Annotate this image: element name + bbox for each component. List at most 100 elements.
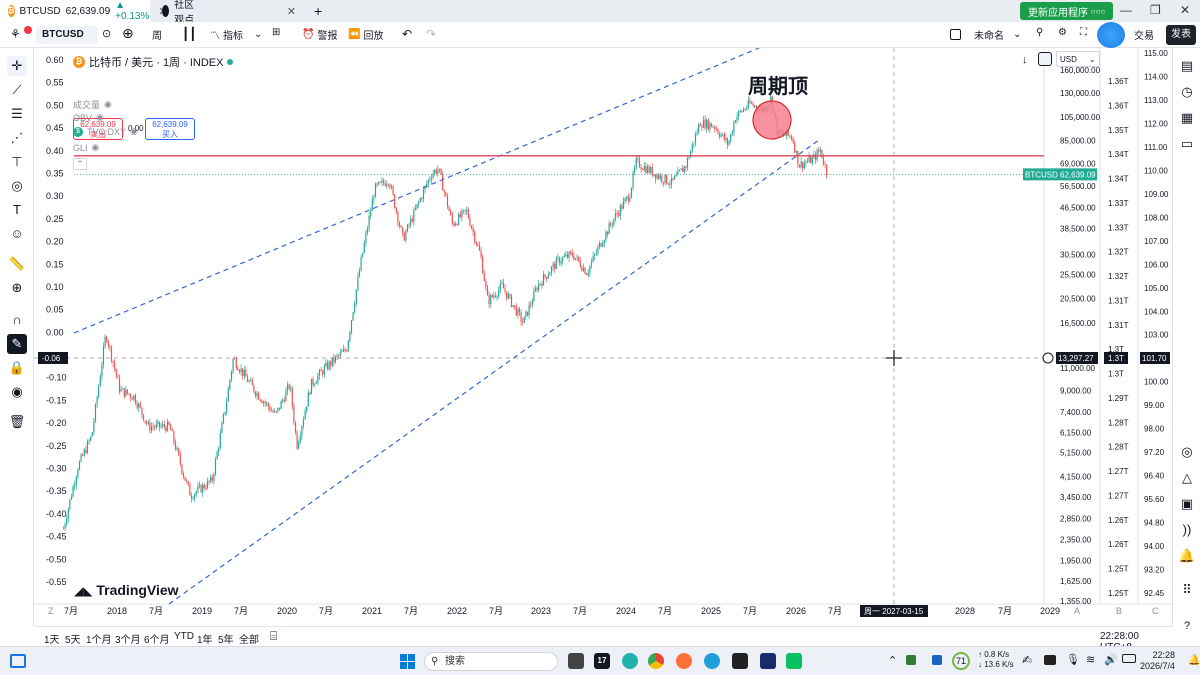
pen-icon[interactable]: ✍ bbox=[1022, 653, 1032, 667]
indicator-volume[interactable]: 成交量 ◉ bbox=[73, 98, 112, 111]
time-tick: 7月 bbox=[828, 606, 842, 616]
tray-app-icon[interactable] bbox=[906, 655, 916, 665]
settings-icon[interactable]: ⚙ bbox=[1058, 27, 1067, 38]
tab-btcusd[interactable]: ₿ BTCUSD 62,639.09 ▲ +0.13% ✕ bbox=[0, 0, 168, 22]
emoji-icon[interactable]: ☺ bbox=[7, 224, 27, 244]
fullscreen-icon[interactable]: ⛶ bbox=[1080, 27, 1087, 38]
volume-icon[interactable]: 🔊 bbox=[1104, 653, 1118, 666]
trendline-icon[interactable]: ⟋ bbox=[7, 80, 27, 100]
indicators-button[interactable]: 〽指标 ⌄ bbox=[210, 27, 262, 42]
mic-icon[interactable]: 🎙 bbox=[1066, 653, 1080, 666]
tf-1y[interactable]: 1年 bbox=[197, 631, 213, 646]
maximize-button[interactable]: ❐ bbox=[1150, 3, 1161, 17]
tf-6m[interactable]: 6个月 bbox=[144, 631, 170, 646]
indicator-gli[interactable]: GLI ◉ bbox=[73, 142, 99, 153]
arrow-down-icon[interactable]: ↓ bbox=[1022, 54, 1028, 66]
chrome-icon[interactable] bbox=[648, 653, 664, 669]
wifi-icon[interactable]: ≋ bbox=[1086, 653, 1095, 666]
tf-1m[interactable]: 1个月 bbox=[86, 631, 112, 646]
trade-button[interactable]: 交易 bbox=[1134, 27, 1154, 42]
buy-button[interactable]: 62,639.09 买入 bbox=[145, 118, 195, 140]
publish-button[interactable]: 发表 bbox=[1166, 25, 1196, 45]
scale-toggle-icon[interactable] bbox=[1038, 52, 1052, 66]
charts-app-icon[interactable] bbox=[760, 653, 776, 669]
stream-icon[interactable]: )) bbox=[1177, 520, 1197, 540]
zoom-icon[interactable]: ⊕ bbox=[7, 278, 27, 298]
watchlist-icon[interactable]: ▤ bbox=[1177, 56, 1197, 76]
update-app-button[interactable]: 更新应用程序 ○○○ bbox=[1020, 2, 1114, 20]
alert-button[interactable]: ⏰ 警报 bbox=[302, 27, 337, 42]
hotlist-icon[interactable]: ▦ bbox=[1177, 108, 1197, 128]
taskbar-search[interactable]: ⚲ 搜索 bbox=[424, 652, 558, 671]
redo-icon[interactable]: ↷ bbox=[426, 27, 436, 41]
magnet-icon[interactable]: ∩ bbox=[7, 310, 27, 330]
layout-button[interactable]: 未命名 ⌄ bbox=[950, 27, 1021, 42]
ideas-icon[interactable]: △ bbox=[1177, 468, 1197, 488]
crosshair-icon[interactable]: ✛ bbox=[7, 56, 27, 76]
ruler-icon[interactable]: 📏 bbox=[7, 254, 27, 274]
chat-icon[interactable]: ▭ bbox=[1177, 134, 1197, 154]
tf-1d[interactable]: 1天 bbox=[44, 631, 60, 646]
close-icon[interactable]: ✕ bbox=[287, 5, 296, 18]
avatar[interactable]: ⚘ bbox=[10, 26, 32, 41]
minimize-button[interactable]: — bbox=[1120, 3, 1132, 17]
firefox-icon[interactable] bbox=[676, 653, 692, 669]
lock-icon[interactable]: 🔒 bbox=[7, 358, 27, 378]
tf-5d[interactable]: 5天 bbox=[65, 631, 81, 646]
weather-badge[interactable]: 71 bbox=[952, 652, 970, 670]
okx-icon[interactable] bbox=[732, 653, 748, 669]
windows-start-icon[interactable] bbox=[400, 654, 415, 669]
edge-icon[interactable] bbox=[622, 653, 638, 669]
widgets-icon[interactable] bbox=[10, 654, 26, 668]
keyboard-icon[interactable] bbox=[1044, 655, 1056, 665]
wechat-icon[interactable] bbox=[786, 653, 802, 669]
tf-3m[interactable]: 3个月 bbox=[115, 631, 141, 646]
clock[interactable]: 22:28 2026/7/4 bbox=[1140, 650, 1175, 672]
alerts-clock-icon[interactable]: ◷ bbox=[1177, 82, 1197, 102]
battery-icon[interactable] bbox=[1122, 654, 1136, 663]
chart-pane[interactable]: 0.60 0.55 0.50 0.45 0.40 0.35 0.30 0.25 0.20 0.15… bbox=[34, 48, 1172, 626]
replay-button[interactable]: ⏪ 回放 bbox=[348, 27, 383, 42]
currency-select[interactable]: USD ⌄ bbox=[1056, 51, 1100, 67]
notification-bell-icon[interactable]: 🔔 bbox=[1188, 655, 1200, 666]
candle-body bbox=[352, 312, 354, 321]
templates-icon[interactable]: ⊞ bbox=[272, 27, 280, 38]
text-icon[interactable]: T bbox=[7, 200, 27, 220]
collapse-legend-button[interactable]: ⌃ bbox=[73, 158, 87, 170]
indicator-obv[interactable]: OBV ◉ bbox=[73, 112, 104, 123]
add-symbol-icon[interactable]: ⊕ bbox=[122, 25, 134, 42]
indicator-dxy[interactable]: $ TVC:DXY ◉ bbox=[73, 126, 138, 137]
new-tab-button[interactable]: + bbox=[306, 0, 330, 22]
undo-icon[interactable]: ↶ bbox=[402, 27, 412, 41]
apps-grid-icon[interactable]: ⠿ bbox=[1177, 580, 1197, 600]
date-range-icon[interactable]: ⌸ bbox=[270, 629, 277, 644]
quick-search-icon[interactable]: ⚲ bbox=[1036, 27, 1043, 38]
record-icon[interactable] bbox=[1097, 22, 1125, 48]
fib-icon[interactable]: ☰ bbox=[7, 104, 27, 124]
pattern-icon[interactable]: ⋰ bbox=[7, 128, 27, 148]
measure-icon[interactable]: ⊤ bbox=[7, 152, 27, 172]
symbol-search[interactable]: BTCUSD bbox=[36, 26, 98, 44]
candles-icon[interactable]: ┃┃ bbox=[182, 27, 196, 41]
browser-icon[interactable] bbox=[704, 653, 720, 669]
tf-ytd[interactable]: YTD bbox=[174, 631, 194, 642]
tf-5y[interactable]: 5年 bbox=[218, 631, 234, 646]
tradingview-app-icon[interactable]: 17 bbox=[594, 653, 610, 669]
target-icon[interactable]: ◎ bbox=[1177, 442, 1197, 462]
shield-icon[interactable] bbox=[932, 655, 942, 665]
eye-icon[interactable]: ◉ bbox=[7, 382, 27, 402]
compare-icon[interactable]: ⊙ bbox=[102, 27, 111, 40]
lock-drawing-icon[interactable]: ✎ bbox=[7, 334, 27, 354]
help-icon[interactable]: ? bbox=[1177, 616, 1197, 636]
close-window-button[interactable]: ✕ bbox=[1180, 3, 1190, 17]
brush-icon[interactable]: ◎ bbox=[7, 176, 27, 196]
trash-icon[interactable]: 🗑 bbox=[7, 412, 27, 432]
interval-button[interactable]: 周 bbox=[152, 27, 162, 42]
calendar-icon[interactable]: ▣ bbox=[1177, 494, 1197, 514]
tab-community[interactable]: 社区观点 ✕ bbox=[154, 0, 304, 26]
price-chart[interactable]: 0.60 0.55 0.50 0.45 0.40 0.35 0.30 0.25 0.20 0.15… bbox=[34, 48, 1172, 626]
task-view-icon[interactable] bbox=[568, 653, 584, 669]
chevron-up-icon[interactable]: ⌃ bbox=[888, 654, 897, 667]
tf-all[interactable]: 全部 bbox=[239, 631, 259, 646]
notifications-icon[interactable]: 🔔 bbox=[1177, 546, 1197, 566]
